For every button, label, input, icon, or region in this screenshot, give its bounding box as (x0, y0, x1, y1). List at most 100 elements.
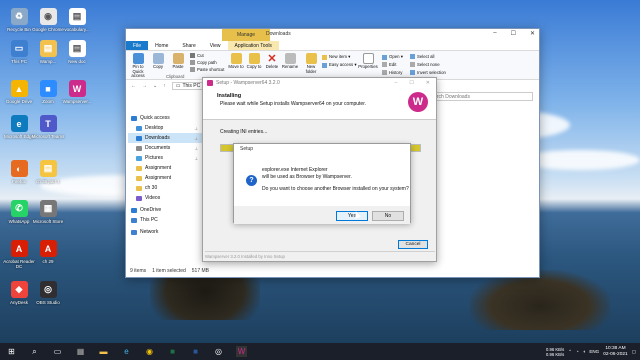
sidebar-item-label: Pictures (145, 155, 164, 161)
paste-shortcut-button[interactable]: Paste shortcut (190, 67, 224, 72)
volume-icon[interactable]: ◖ (583, 349, 586, 354)
open-button[interactable]: Open ▾ (382, 54, 403, 60)
installer-maximize-button[interactable]: ☐ (409, 80, 413, 86)
explorer-titlebar[interactable]: Manage Downloads – ☐ ✕ (126, 29, 539, 41)
tab-file[interactable]: File (126, 41, 149, 50)
chrome-taskbar-icon[interactable]: ◉ (144, 346, 155, 357)
tab-share[interactable]: Share (175, 43, 202, 49)
desktop-icon[interactable]: ▤ vocabulary... (60, 8, 94, 32)
sidebar-item[interactable]: Desktop ⊥ (128, 123, 202, 133)
setup-button-bar: Yes No (234, 206, 410, 224)
clipboard-group-label: Clipboard (166, 74, 185, 79)
sidebar-item[interactable]: Videos (128, 193, 202, 203)
language-icon[interactable]: ENG (589, 349, 599, 354)
copy-to-button[interactable]: Copy to (244, 53, 264, 70)
wifi-icon[interactable]: ◔ (576, 349, 579, 354)
app-icon: ♻ (10, 8, 28, 25)
yes-button[interactable]: Yes (336, 211, 368, 221)
installer-close-button[interactable]: ✕ (426, 80, 430, 86)
paste-button[interactable]: Paste (168, 53, 188, 70)
delete-button[interactable]: ✕ Delete (262, 53, 282, 70)
minimize-button[interactable]: – (493, 30, 496, 37)
word-taskbar-icon[interactable]: ■ (190, 346, 201, 357)
desktop-icon-label: New doc (68, 59, 86, 64)
cut-button[interactable]: Cut (190, 53, 204, 58)
new-folder-icon (305, 53, 317, 64)
new-folder-button[interactable]: New folder (301, 53, 321, 74)
select-none-button[interactable]: Select none (410, 62, 440, 67)
folder-icon (136, 145, 142, 151)
status-item-count: 9 items (130, 268, 147, 274)
move-to-button[interactable]: Move to (226, 53, 246, 70)
desktop-icon[interactable]: ▦ Microsoft Store (31, 200, 65, 224)
desktop-icon[interactable]: W Wampserver... (60, 80, 94, 104)
back-icon[interactable]: ← (131, 83, 136, 89)
pin-quick-access-button[interactable]: Pin to Quick access (128, 53, 148, 79)
history-icon (382, 70, 387, 75)
excel-taskbar-icon[interactable]: ■ (167, 346, 178, 357)
sidebar-item[interactable]: Documents ⊥ (128, 143, 202, 153)
new-item-button[interactable]: New item ▾ (322, 54, 350, 60)
forward-icon[interactable]: → (142, 83, 147, 89)
copy-to-icon (248, 53, 260, 64)
store-icon[interactable]: ▦ (75, 346, 86, 357)
app-icon: ▭ (10, 40, 28, 57)
desktop-icon[interactable]: T Microsoft Teams (31, 115, 65, 139)
open-icon (382, 54, 387, 60)
installer-titlebar[interactable]: Setup - Wampserver64 3.2.0 – ☐ ✕ (203, 78, 436, 88)
desktop-icon[interactable]: ◎ OBS Studio (31, 281, 65, 305)
cancel-button[interactable]: Cancel (398, 240, 428, 249)
sidebar-item[interactable]: This PC (128, 215, 202, 225)
copy-button[interactable]: Copy (148, 53, 168, 70)
close-button[interactable]: ✕ (530, 30, 535, 37)
chevron-down-icon[interactable]: ⌄ (153, 83, 157, 89)
manage-tab[interactable]: Manage (222, 29, 270, 41)
notification-icon[interactable]: ▢ (632, 349, 636, 355)
setup-dialog[interactable]: Setup ? explorer.exe Internet Explorer w… (233, 143, 411, 224)
invert-selection-button[interactable]: Invert selection (410, 70, 446, 75)
select-all-button[interactable]: Select all (410, 54, 434, 59)
edge-taskbar-icon[interactable]: e (121, 346, 132, 357)
taskbar: ⊞ ⌕ ▭ ▦ ▬ e ◉ ■ ■ ◎ W 0.96 KB/s 0.96 KB/… (0, 343, 640, 360)
network-speed: 0.96 KB/s 0.96 KB/s (546, 346, 565, 357)
tab-home[interactable]: Home (148, 43, 175, 49)
tab-application-tools[interactable]: Application Tools (227, 41, 279, 50)
up-icon[interactable]: ↑ (163, 83, 166, 89)
sidebar-item[interactable]: Quick access (128, 113, 202, 123)
easy-access-button[interactable]: Easy access ▾ (322, 62, 356, 68)
desktop-icon[interactable]: Ach 29 (31, 240, 65, 264)
sidebar-item[interactable]: Network (128, 227, 202, 237)
sidebar-item-label: ch 30 (145, 185, 158, 191)
wampserver-taskbar-icon[interactable]: W (236, 346, 247, 357)
installer-minimize-button[interactable]: – (395, 80, 398, 86)
status-size: 517 MB (191, 268, 209, 274)
no-button[interactable]: No (372, 211, 404, 221)
task-view-icon[interactable]: ▭ (52, 346, 63, 357)
sidebar-item[interactable]: Assignment (128, 173, 202, 183)
sidebar-item[interactable]: OneDrive (128, 205, 202, 215)
copy-path-button[interactable]: Copy path (190, 60, 217, 65)
sidebar-item[interactable]: ch 30 (128, 183, 202, 193)
rename-button[interactable]: Rename (280, 53, 300, 70)
search-input[interactable]: Search Downloads (423, 92, 533, 101)
file-explorer-taskbar-icon[interactable]: ▬ (98, 346, 109, 357)
search-icon[interactable]: ⌕ (29, 346, 40, 357)
sidebar-item[interactable]: Assignment (128, 163, 202, 173)
desktop-icon[interactable]: ▤ New doc (60, 40, 94, 64)
edit-icon (382, 62, 387, 67)
desktop-icon[interactable]: ▤ ch 36 part 1 (31, 160, 65, 184)
edit-button[interactable]: Edit (382, 62, 396, 67)
desktop-icon-label: Microsoft Teams (31, 134, 65, 139)
history-button[interactable]: History (382, 70, 402, 75)
sidebar-item[interactable]: Pictures ⊥ (128, 153, 202, 163)
sidebar-item[interactable]: Downloads ⊥ (128, 133, 202, 143)
pin-icon: ⊥ (194, 135, 198, 141)
properties-button[interactable]: Properties (358, 53, 378, 70)
clock[interactable]: 10:38 AM 02-06-2021 (603, 346, 628, 358)
maximize-button[interactable]: ☐ (511, 30, 516, 37)
windows-start-icon[interactable]: ⊞ (6, 346, 17, 357)
obs-taskbar-icon[interactable]: ◎ (213, 346, 224, 357)
sidebar-item-label: Desktop (145, 125, 164, 131)
chevron-up-icon[interactable]: ⌃ (568, 349, 572, 355)
tab-view[interactable]: View (203, 43, 228, 49)
